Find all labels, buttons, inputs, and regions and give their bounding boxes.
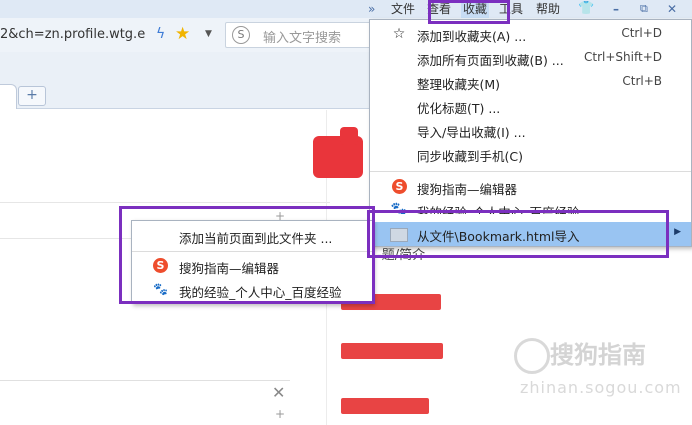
minimize-icon[interactable]: – [613,0,619,18]
menu-item-label: 导入/导出收藏(I) ... [417,125,526,140]
menu-item-label: 添加到收藏夹(A) ... [417,29,527,44]
redaction-bar [341,343,443,359]
menu-item-label: 搜狗指南—编辑器 [417,182,518,197]
menu-item-favorite-sogou[interactable]: S 搜狗指南—编辑器 [370,175,691,199]
menu-item-label: 整理收藏夹(M) [417,77,501,92]
lightning-icon[interactable]: ϟ [156,26,165,42]
redaction-blob [340,127,358,145]
star-icon[interactable]: ★ [175,24,190,44]
watermark-url: zhinan.sogou.com [520,378,682,397]
shortcut-label: Ctrl+D [621,26,662,40]
divider [0,202,330,203]
sogou-icon: S [392,179,407,194]
menu-separator [370,171,691,172]
url-field[interactable]: 2&ch=zn.profile.wtg.e [0,24,170,46]
close-icon[interactable]: ✕ [272,383,285,402]
sogou-search-icon: S [232,26,250,44]
close-icon[interactable]: ✕ [667,0,677,18]
shortcut-label: Ctrl+Shift+D [584,50,662,64]
menu-item-add-favorite[interactable]: ☆ 添加到收藏夹(A) ... Ctrl+D [370,22,691,46]
watermark: 搜狗指南 [550,341,646,369]
new-tab-button[interactable]: + [18,86,46,106]
menu-item-sync-phone[interactable]: 同步收藏到手机(C) [370,142,691,166]
menu-item-optimize-title[interactable]: 优化标题(T) ... [370,94,691,118]
star-outline-icon: ☆ [392,26,406,42]
menu-item-label: 同步收藏到手机(C) [417,149,523,164]
tab-current[interactable] [0,84,17,109]
submenu-arrow-icon: ▶ [674,227,681,237]
search-placeholder: 输入文字搜索 [263,31,342,46]
redaction-bar [341,398,429,414]
highlight-box [119,206,375,304]
menu-help[interactable]: 帮助 [536,0,560,18]
restore-icon[interactable]: ⧉ [640,0,648,18]
watermark-logo-icon [514,338,550,374]
menu-item-label: 添加所有页面到收藏(B) ... [417,53,564,68]
chevron-down-icon[interactable]: ▼ [205,29,212,39]
menu-file[interactable]: 文件 [391,0,415,18]
shirt-icon[interactable]: 👕 [578,0,594,18]
plus-icon: + [275,407,286,421]
menu-item-organize[interactable]: 整理收藏夹(M) Ctrl+B [370,70,691,94]
divider [0,380,290,381]
highlight-box [428,0,510,24]
menu-item-add-all-pages[interactable]: 添加所有页面到收藏(B) ... Ctrl+Shift+D [370,46,691,70]
search-box[interactable]: S 输入文字搜索 [225,22,377,48]
shortcut-label: Ctrl+B [622,74,662,88]
menu-item-label: 优化标题(T) ... [417,101,501,116]
menubar-more-chevron[interactable]: » [368,0,375,18]
highlight-box [367,210,669,258]
menu-item-import-export[interactable]: 导入/导出收藏(I) ... [370,118,691,142]
